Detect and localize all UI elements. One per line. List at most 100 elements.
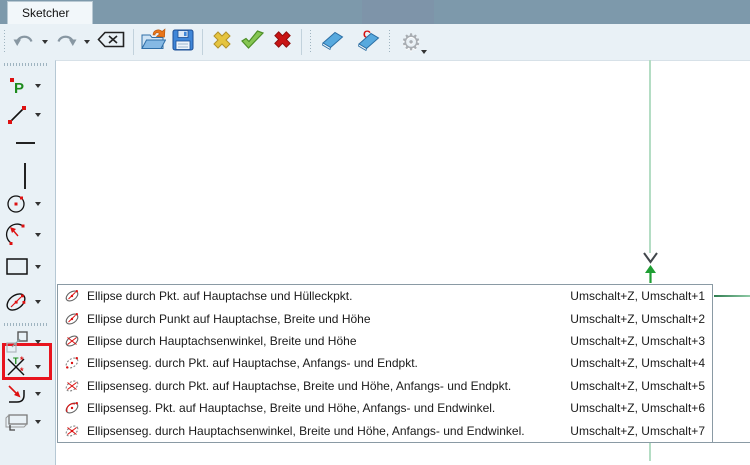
chevron-down-icon [42,40,48,44]
undo-dropdown-button[interactable] [39,28,51,56]
arc-tool-icon [2,223,32,247]
cancel-operation-button[interactable] [207,28,237,56]
trim-tool-button[interactable]: T * * [2,355,54,379]
svg-text:*: * [20,366,24,376]
menu-item-ellipse-angle[interactable]: Ellipse durch Hauptachsenwinkel, Breite … [58,330,712,352]
line-tool-button[interactable] [2,103,54,127]
menu-item-ellipse-width-height[interactable]: Ellipse durch Punkt auf Hauptachse, Brei… [58,307,712,329]
ellipse-tool-button[interactable] [2,290,54,314]
undo-icon [13,32,35,53]
ellipse-tool-icon [2,290,32,314]
arc-tool-button[interactable] [2,223,54,247]
ellipse-segment-width-height-icon [62,378,82,394]
menu-item-label: Ellipsenseg. durch Hauptachsenwinkel, Br… [87,423,525,438]
validate-sketch-button[interactable] [237,28,267,56]
menu-item-ellipse-segment-angles[interactable]: Ellipsenseg. Pkt. auf Hauptachse, Breite… [58,397,712,419]
fillet-tool-button[interactable] [2,382,54,406]
line-tool-icon [2,104,32,126]
svg-text:P: P [14,80,24,96]
ellipse-width-height-icon [62,311,82,327]
erase-constraints-button[interactable]: C [349,28,385,56]
rectangle-tool-icon [2,257,32,277]
open-file-icon [140,28,167,56]
toolbar-drag-handle[interactable] [388,30,391,54]
toolbar-separator [202,29,203,55]
sketcher-window: Sketcher C ⚙ P T * * Ellipse durch Pkt. … [0,0,750,465]
y-axis-line [649,60,651,253]
menu-item-ellipse-segment-width-height[interactable]: Ellipsenseg. durch Pkt. auf Hauptachse, … [58,375,712,397]
chevron-down-icon [35,202,41,206]
external-geometry-tool-icon [2,411,32,433]
redo-dropdown-button[interactable] [81,28,93,56]
menu-item-label: Ellipse durch Hauptachsenwinkel, Breite … [87,334,357,349]
ellipse-segment-axis-angle-icon [62,423,82,439]
toolbar-separator [301,29,302,55]
menu-item-ellipse-endpoint[interactable]: Ellipse durch Pkt. auf Hauptachse und Hü… [58,285,712,307]
separator-horizontal [16,142,35,144]
redo-icon [55,32,77,53]
toolbar-drag-handle[interactable] [4,63,48,66]
ellipse-angle-icon [62,333,82,349]
move-tool-icon [2,330,32,354]
erase-button[interactable] [315,28,349,56]
menu-item-label: Ellipsenseg. Pkt. auf Hauptachse, Breite… [87,401,496,416]
tab-sketcher-label: Sketcher [22,6,70,20]
tab-bar: Sketcher [0,0,750,24]
toolbar-separator [133,29,134,55]
settings-button[interactable]: ⚙ [394,28,428,56]
open-file-button[interactable] [138,28,168,56]
external-geometry-tool-button[interactable] [2,410,54,434]
menu-item-label: Ellipsenseg. durch Pkt. auf Hauptachse, … [87,356,418,371]
ellipse-segment-endpoints-icon [62,355,82,371]
move-tool-button[interactable] [2,330,54,354]
trim-tool-icon: T * * [2,355,32,379]
menu-item-shortcut: Umschalt+Z, Umschalt+2 [570,311,705,326]
ellipse-endpoint-icon [62,288,82,304]
eraser-constraints-icon: C [353,29,381,56]
ellipse-flyout-menu: Ellipse durch Pkt. auf Hauptachse und Hü… [57,284,713,443]
chevron-down-icon [35,300,41,304]
top-toolbar: C ⚙ [0,24,750,60]
point-tool-icon: P [2,76,32,96]
cancel-yellow-cross-icon [210,28,234,57]
toolbar-drag-handle[interactable] [3,30,6,54]
menu-item-shortcut: Umschalt+Z, Umschalt+6 [570,401,705,416]
undo-button[interactable] [9,28,39,56]
eraser-icon [319,30,345,55]
menu-item-ellipse-segment-axis-angle[interactable]: Ellipsenseg. durch Hauptachsenwinkel, Br… [58,420,712,442]
menu-item-label: Ellipse durch Pkt. auf Hauptachse und Hü… [87,289,353,304]
circle-tool-icon [2,193,32,215]
tabbar-shade [362,0,434,24]
chevron-down-icon [35,113,41,117]
save-button[interactable] [168,28,198,56]
menu-item-shortcut: Umschalt+Z, Umschalt+3 [570,334,705,349]
point-tool-button[interactable]: P [2,74,54,98]
fillet-tool-icon [2,382,32,406]
canvas-edge-line [713,442,750,443]
chevron-down-icon [35,340,41,344]
toolbar-drag-handle[interactable] [309,30,312,54]
tab-sketcher[interactable]: Sketcher [7,1,93,24]
circle-tool-button[interactable] [2,192,54,216]
ellipse-segment-angles-icon [62,400,82,416]
menu-item-label: Ellipsenseg. durch Pkt. auf Hauptachse, … [87,378,512,393]
backspace-icon [97,31,125,53]
left-toolbar: P T * * [0,60,55,465]
redo-button[interactable] [51,28,81,56]
validate-green-check-icon [240,29,265,56]
separator-vertical [24,163,26,189]
chevron-down-icon [35,233,41,237]
rectangle-tool-button[interactable] [2,255,54,279]
chevron-down-icon [84,40,90,44]
menu-item-ellipse-segment-endpoints[interactable]: Ellipsenseg. durch Pkt. auf Hauptachse, … [58,352,712,374]
backspace-button[interactable] [93,28,129,56]
menu-item-shortcut: Umschalt+Z, Umschalt+1 [570,289,705,304]
menu-item-label: Ellipse durch Punkt auf Hauptachse, Brei… [87,311,371,326]
chevron-down-icon [35,392,41,396]
svg-text:*: * [20,355,24,365]
chevron-down-icon [35,84,41,88]
y-axis-line-lower [649,443,651,461]
delete-button[interactable] [267,28,297,56]
chevron-down-icon [421,50,427,54]
toolbar-drag-handle[interactable] [4,323,48,326]
